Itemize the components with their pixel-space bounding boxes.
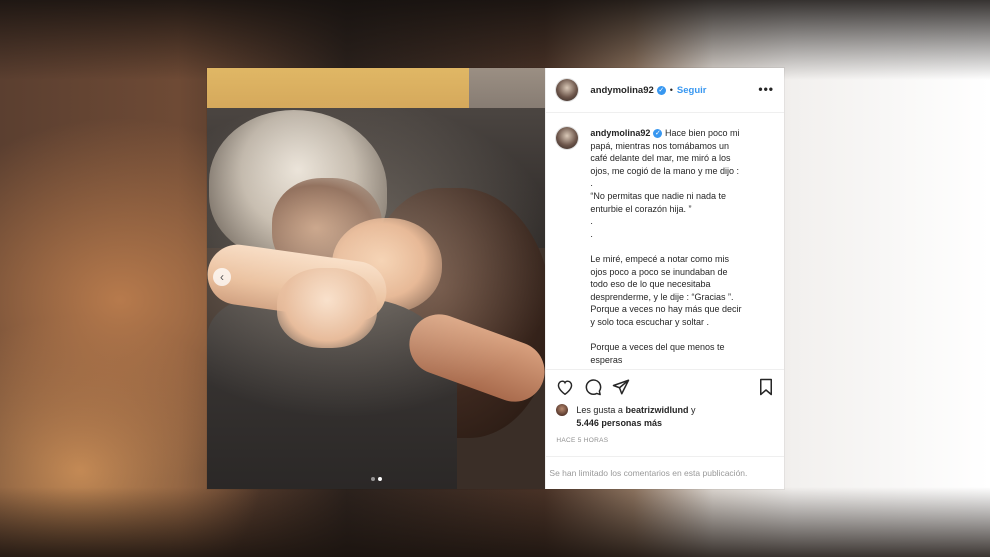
verified-icon: ✓ <box>656 85 666 95</box>
carousel-dots <box>207 477 545 481</box>
caption-username[interactable]: andymolina92 <box>590 128 650 138</box>
caption: andymolina92 ✓ Hace bien poco mi papá, mi… <box>556 127 774 366</box>
caption-body: Hace bien poco mi papá, mientras nos tom… <box>590 128 741 365</box>
carousel-dot-active <box>377 477 382 481</box>
action-bar <box>546 370 784 404</box>
instagram-post: ‹ andymolina92 ✓ • Seguir ••• andymolina… <box>207 68 784 489</box>
liker-username[interactable]: beatrizwidlund <box>625 405 688 415</box>
share-icon[interactable] <box>612 378 630 396</box>
post-timestamp[interactable]: HACE 5 HORAS <box>546 430 784 444</box>
chevron-left-icon: ‹ <box>220 270 224 284</box>
caption-line: . <box>590 228 593 239</box>
caption-line: y solo toca escuchar y soltar . <box>590 316 709 327</box>
post-side-panel: andymolina92 ✓ • Seguir ••• andymolina92… <box>545 68 784 489</box>
post-header: andymolina92 ✓ • Seguir ••• <box>546 68 784 113</box>
caption-line: Le miré, empecé a notar como mis <box>590 253 729 264</box>
comments-limited-notice: Se han limitado los comentarios en esta … <box>546 456 784 489</box>
bookmark-icon[interactable] <box>758 378 774 401</box>
avatar[interactable] <box>556 79 579 101</box>
likes-text: Les gusta a beatrizwidlund y 5.446 perso… <box>576 405 696 428</box>
caption-line: café delante del mar, me miró a los <box>590 153 731 164</box>
likes-count[interactable]: 5.446 personas más <box>576 418 662 428</box>
separator-dot: • <box>669 85 673 95</box>
caption-line: “No permitas que nadie ni nada te <box>590 190 726 201</box>
caption-text: andymolina92 ✓ Hace bien poco mi papá, mi… <box>590 127 762 366</box>
caption-line: papá, mientras nos tomábamos un <box>590 140 729 151</box>
post-photo: ‹ <box>207 68 546 489</box>
caption-line: Porque a veces del que menos te <box>590 342 725 353</box>
caption-line: todo eso de lo que necesitaba <box>590 279 711 290</box>
verified-icon: ✓ <box>653 129 663 139</box>
post-username[interactable]: andymolina92 <box>590 85 653 96</box>
caption-line: ojos, me cogió de la mano y me dijo : <box>590 165 739 176</box>
caption-line: Porque a veces no hay más que decir <box>590 304 742 315</box>
caption-line: esperas <box>590 354 623 365</box>
comment-icon[interactable] <box>584 378 602 396</box>
carousel-prev-button[interactable]: ‹ <box>213 268 231 286</box>
follow-button[interactable]: Seguir <box>677 85 707 96</box>
more-icon[interactable]: ••• <box>758 82 774 96</box>
caption-line: Hace bien poco mi <box>664 128 740 138</box>
likes-row: Les gusta a beatrizwidlund y 5.446 perso… <box>546 404 784 430</box>
heart-icon[interactable] <box>556 379 574 395</box>
carousel-dot <box>370 477 375 481</box>
caption-line: enturbie el corazón hija. ” <box>590 203 692 214</box>
caption-line: ojos poco a poco se inundaban de <box>590 266 728 277</box>
caption-line: . <box>590 216 593 227</box>
caption-line: desprenderme, y le dije : “Gracias ”. <box>590 291 734 302</box>
caption-line: . <box>590 178 593 189</box>
caption-avatar[interactable] <box>556 127 579 149</box>
background-bottom-shade <box>0 487 990 557</box>
liker-avatar[interactable] <box>556 404 569 416</box>
caption-area: andymolina92 ✓ Hace bien poco mi papá, mi… <box>546 113 784 370</box>
